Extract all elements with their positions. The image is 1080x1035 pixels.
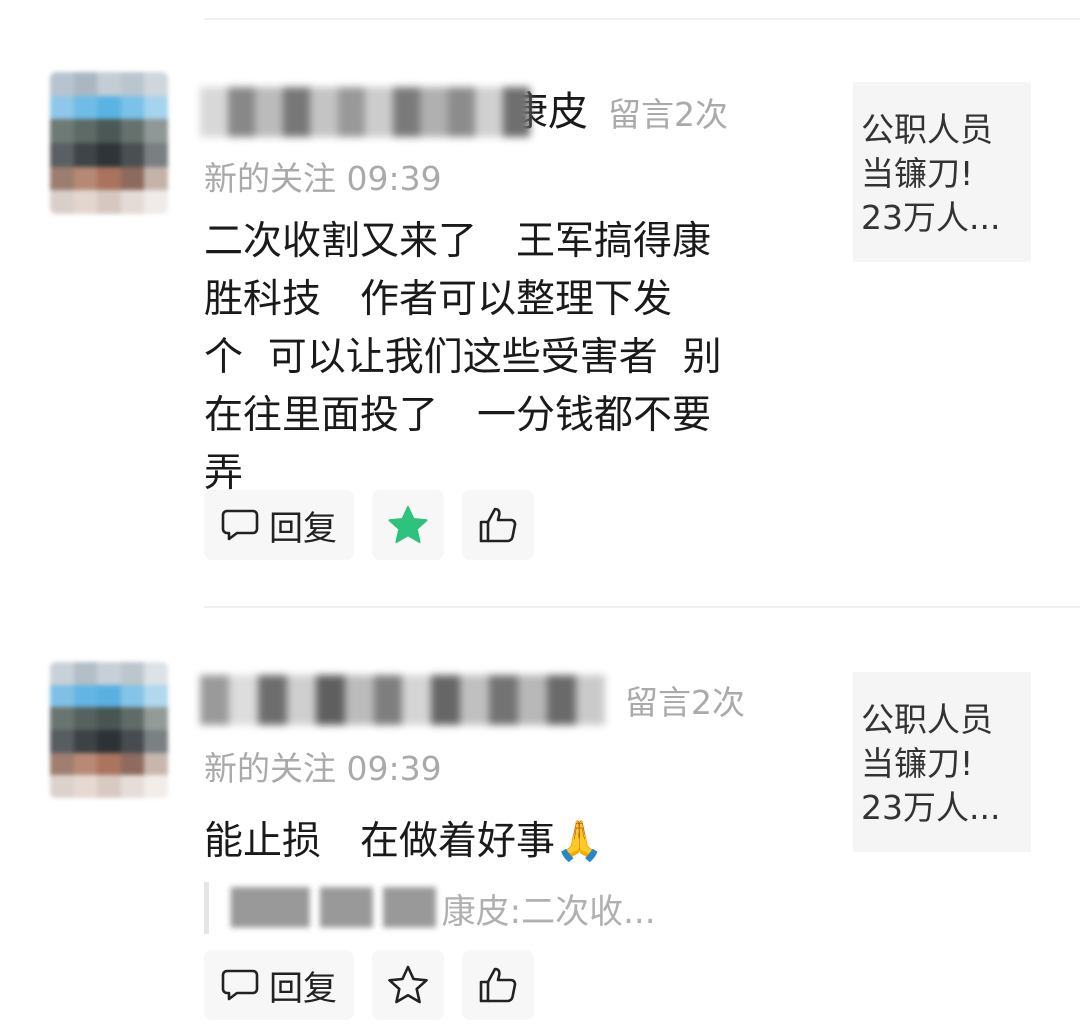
follow-time: 新的关注 09:39 xyxy=(204,159,442,198)
thumbs-up-icon xyxy=(478,966,518,1004)
blurred-name xyxy=(200,675,605,725)
article-line: 当镰刀! xyxy=(861,744,974,783)
commenter-name[interactable]: 康皮 留言2次 xyxy=(200,80,728,144)
divider xyxy=(204,606,1080,608)
avatar[interactable] xyxy=(50,72,168,214)
reply-button[interactable]: 回复 xyxy=(204,490,354,560)
comment-bubble-icon xyxy=(221,968,259,1002)
message-count: 留言2次 xyxy=(608,95,728,134)
action-bar: 回复 xyxy=(204,950,534,1020)
article-card[interactable]: 公职人员 当镰刀! 23万人... xyxy=(853,82,1031,262)
article-card[interactable]: 公职人员 当镰刀! 23万人... xyxy=(853,672,1031,852)
star-icon xyxy=(387,505,429,545)
comment-bubble-icon xyxy=(221,508,259,542)
article-line: 公职人员 xyxy=(861,700,993,739)
action-bar: 回复 xyxy=(204,490,534,560)
star-button[interactable] xyxy=(372,950,444,1020)
star-button[interactable] xyxy=(372,490,444,560)
article-line: 23万人... xyxy=(861,788,1001,827)
reply-label: 回复 xyxy=(269,508,337,549)
comment-body: 能止损 在做着好事🙏 xyxy=(204,819,604,864)
like-button[interactable] xyxy=(462,950,534,1020)
star-icon xyxy=(387,965,429,1005)
reply-button[interactable]: 回复 xyxy=(204,950,354,1020)
commenter-name[interactable]: 留言2次 xyxy=(200,668,745,732)
article-line: 公职人员 xyxy=(861,110,993,149)
thumbs-up-icon xyxy=(478,506,518,544)
quoted-text: 康皮:二次收... xyxy=(441,891,656,932)
blurred-name xyxy=(200,87,530,137)
like-button[interactable] xyxy=(462,490,534,560)
divider xyxy=(204,18,1080,20)
article-line: 23万人... xyxy=(861,198,1001,237)
quoted-comment[interactable]: ███ ██ ██ 康皮:二次收... xyxy=(204,882,804,934)
quoted-name-blurred: ███ ██ ██ xyxy=(231,888,436,928)
comment-body: 二次收割又来了 王军搞得康 胜科技 作者可以整理下发 个 可以让我们这些受害者 … xyxy=(204,219,722,496)
comment-list: 康皮 留言2次 新的关注 09:39 二次收割又来了 王军搞得康 胜科技 作者可… xyxy=(0,0,1080,1035)
message-count: 留言2次 xyxy=(625,683,745,722)
follow-time: 新的关注 09:39 xyxy=(204,749,442,788)
avatar[interactable] xyxy=(50,662,168,798)
reply-label: 回复 xyxy=(269,968,337,1009)
article-line: 当镰刀! xyxy=(861,154,974,193)
